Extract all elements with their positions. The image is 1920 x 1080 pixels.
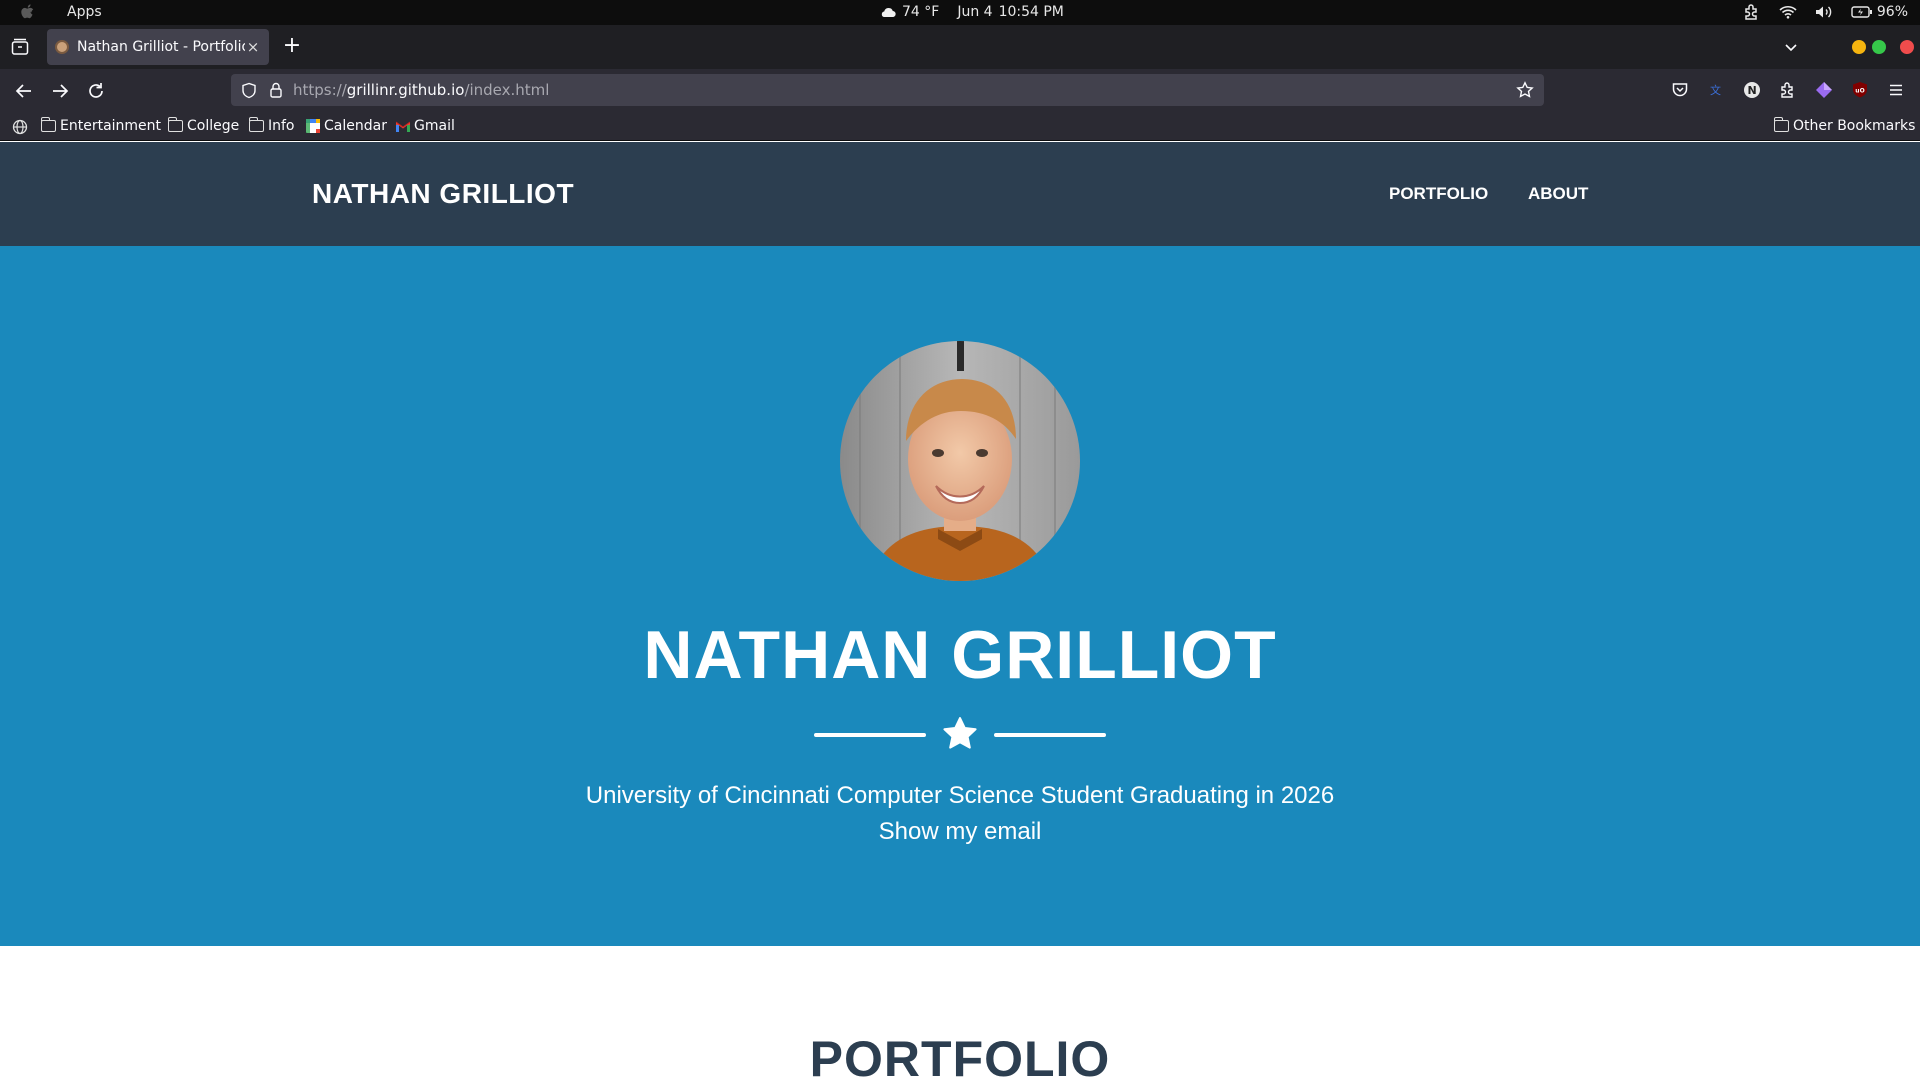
- bookmark-star-icon[interactable]: [1516, 81, 1534, 99]
- cloud-icon: [881, 8, 896, 18]
- hero-name: NATHAN GRILLIOT: [643, 617, 1277, 693]
- other-bookmarks-label: Other Bookmarks: [1793, 118, 1916, 134]
- tab-title: Nathan Grilliot - Portfolio: [77, 39, 245, 55]
- reload-icon[interactable]: [86, 81, 106, 101]
- apple-icon[interactable]: [20, 3, 36, 21]
- apps-menu[interactable]: Apps: [67, 4, 102, 20]
- forward-arrow-icon[interactable]: [50, 81, 70, 101]
- other-bookmarks[interactable]: Other Bookmarks: [1773, 117, 1916, 134]
- battery-icon[interactable]: [1851, 6, 1873, 18]
- new-tab-button[interactable]: +: [280, 35, 304, 59]
- folder-icon: [248, 117, 264, 132]
- menu-hamburger-icon[interactable]: [1887, 81, 1905, 99]
- url-scheme: https://: [293, 81, 347, 99]
- shield-icon[interactable]: [241, 82, 257, 99]
- date-text: Jun 4: [957, 4, 993, 20]
- bookmarks-bar: Entertainment College Info Calendar Gmai…: [0, 112, 1920, 141]
- ublock-origin-icon[interactable]: uO: [1851, 81, 1869, 99]
- notion-extension-icon[interactable]: N: [1743, 81, 1761, 99]
- folder-icon: [167, 117, 183, 132]
- site-navbar: NATHAN GRILLIOT PORTFOLIO ABOUT: [0, 142, 1920, 246]
- bookmark-gmail[interactable]: Gmail: [396, 118, 455, 134]
- bookmark-label: Entertainment: [60, 118, 162, 134]
- browser-toolbar: https://grillinr.github.io/index.html 文 …: [0, 69, 1920, 112]
- window-maximize-button[interactable]: [1872, 40, 1886, 54]
- back-arrow-icon[interactable]: [14, 81, 34, 101]
- bookmark-label: College: [187, 118, 240, 134]
- extensions-puzzle-icon[interactable]: [1779, 81, 1797, 99]
- gem-extension-icon[interactable]: [1815, 81, 1833, 99]
- weather-text: 74 °F: [902, 4, 940, 20]
- chevron-down-icon[interactable]: [1783, 39, 1799, 55]
- divider-line-left: [814, 733, 926, 737]
- os-clock[interactable]: 74 °F Jun 4 10:54 PM: [880, 4, 1064, 20]
- url-host: grillinr.github.io: [346, 81, 465, 99]
- divider-line-right: [994, 733, 1106, 737]
- bookmark-label: Gmail: [414, 118, 455, 134]
- battery-percent: 96%: [1876, 4, 1908, 20]
- bookmark-label: Info: [268, 118, 295, 134]
- lock-icon[interactable]: [269, 81, 283, 99]
- folder-icon: [40, 117, 56, 132]
- pocket-icon[interactable]: [1671, 81, 1689, 99]
- tab-portfolio[interactable]: Nathan Grilliot - Portfolio ×: [47, 29, 269, 65]
- star-icon: [943, 717, 977, 749]
- url-path: /index.html: [464, 81, 550, 99]
- hero-section: NATHAN GRILLIOT University of Cincinnati…: [0, 246, 1920, 946]
- bookmark-college[interactable]: College: [167, 117, 240, 134]
- portfolio-heading: PORTFOLIO: [809, 1031, 1111, 1080]
- svg-text:uO: uO: [1855, 88, 1864, 95]
- hero-subtitle: University of Cincinnati Computer Scienc…: [585, 782, 1335, 809]
- show-email-link[interactable]: Show my email: [0, 818, 1920, 846]
- time-text: 10:54 PM: [998, 4, 1064, 20]
- os-menu-bar: Apps 74 °F Jun 4 10:54 PM 96%: [0, 0, 1920, 25]
- site-brand-link[interactable]: NATHAN GRILLIOT: [312, 178, 574, 210]
- bookmark-entertainment[interactable]: Entertainment: [40, 117, 162, 134]
- star-divider: [814, 714, 1106, 754]
- calendar-icon: [306, 119, 320, 133]
- volume-icon[interactable]: [1815, 5, 1833, 19]
- window-minimize-button[interactable]: [1852, 40, 1866, 54]
- puzzle-icon[interactable]: [1743, 3, 1761, 21]
- nav-link-about[interactable]: ABOUT: [1528, 184, 1588, 204]
- svg-text:N: N: [1748, 84, 1757, 97]
- site-favicon-icon: [55, 40, 69, 54]
- window-close-button[interactable]: [1900, 40, 1914, 54]
- tab-close-icon[interactable]: ×: [245, 38, 261, 56]
- bookmark-info[interactable]: Info: [248, 117, 295, 134]
- url-text[interactable]: https://grillinr.github.io/index.html: [293, 81, 549, 99]
- svg-text:文: 文: [1710, 83, 1721, 97]
- browser-tab-strip: Nathan Grilliot - Portfolio × +: [0, 25, 1920, 69]
- bookmark-calendar[interactable]: Calendar: [306, 118, 387, 134]
- globe-icon[interactable]: [12, 119, 28, 135]
- nav-link-portfolio[interactable]: PORTFOLIO: [1389, 184, 1488, 204]
- tab-overview-icon[interactable]: [10, 37, 30, 57]
- profile-photo: [840, 341, 1080, 581]
- translate-extension-icon[interactable]: 文: [1707, 81, 1725, 99]
- web-page: NATHAN GRILLIOT PORTFOLIO ABOUT NATHAN G…: [0, 142, 1920, 1080]
- url-bar[interactable]: https://grillinr.github.io/index.html: [231, 74, 1544, 106]
- wifi-icon[interactable]: [1779, 5, 1797, 19]
- folder-icon: [1773, 117, 1789, 132]
- gmail-icon: [396, 121, 410, 132]
- bookmark-label: Calendar: [324, 118, 387, 134]
